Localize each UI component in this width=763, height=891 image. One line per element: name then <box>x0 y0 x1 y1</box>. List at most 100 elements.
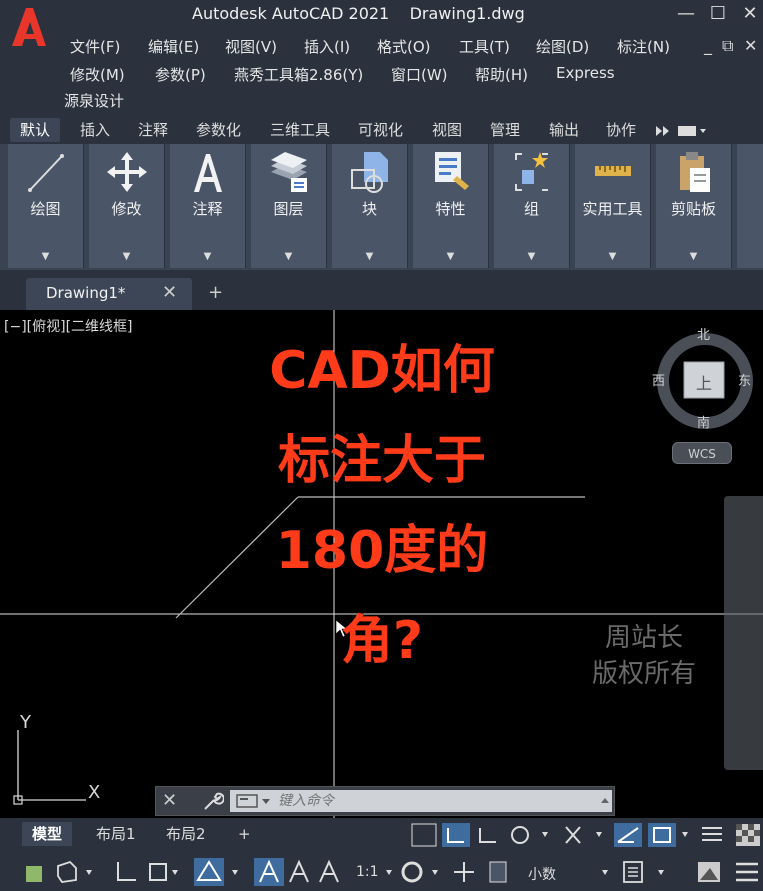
ribbon-button-block[interactable]: 块 ▼ <box>332 144 408 268</box>
menu-express[interactable]: Express <box>556 64 615 82</box>
viewcube-top-face[interactable]: 上 <box>696 370 712 394</box>
close-button[interactable]: ✕ <box>736 2 763 26</box>
wcs-button[interactable]: WCS <box>672 442 732 464</box>
chevron-down-icon: ▼ <box>284 251 293 262</box>
menu-view[interactable]: 视图(V) <box>225 36 277 57</box>
mdi-minimize-button[interactable]: _ <box>704 36 712 55</box>
drawing-canvas[interactable]: Y X [−][俯视][二维线框] CAD如何 标注大于 180度的 角? 周站… <box>0 310 763 818</box>
app-name: Autodesk AutoCAD 2021 <box>192 4 390 23</box>
ribbon-button-layers[interactable]: 图层 ▼ <box>251 144 327 268</box>
add-layout-button[interactable]: + <box>228 822 261 846</box>
viewcube-south[interactable]: 南 <box>697 412 710 431</box>
viewcube-north[interactable]: 北 <box>697 324 710 343</box>
watermark: 周站长 版权所有 <box>574 620 714 692</box>
maximize-button[interactable]: ☐ <box>704 2 732 26</box>
viewcube-west[interactable]: 西 <box>652 370 665 389</box>
ribbon-tab-collaborate[interactable]: 协作 <box>606 118 636 142</box>
ribbon-button-properties-label: 特性 <box>435 200 466 218</box>
menu-window[interactable]: 窗口(W) <box>391 64 448 85</box>
menu-draw[interactable]: 绘图(D) <box>536 36 589 57</box>
command-input[interactable] <box>230 790 612 812</box>
polar-icon <box>511 826 529 844</box>
caption-line-4: 角? <box>340 611 424 671</box>
menu-format[interactable]: 格式(O) <box>377 36 431 57</box>
lineweight-icon <box>702 827 722 841</box>
menu-yuanquan-design[interactable]: 源泉设计 <box>64 90 124 111</box>
menu-yanxiu-toolbox[interactable]: 燕秀工具箱2.86(Y) <box>234 64 363 85</box>
menu-edit[interactable]: 编辑(E) <box>148 36 199 57</box>
layout-tab-layout2[interactable]: 布局2 <box>156 822 216 846</box>
move-arrows-icon <box>107 152 147 192</box>
ribbon-button-utilities[interactable]: 实用工具 ▼ <box>575 144 651 268</box>
annotation-scale-value[interactable]: 1:1 <box>356 864 379 880</box>
status-toolbar-workspace <box>386 861 507 883</box>
ribbon-button-properties[interactable]: 特性 ▼ <box>413 144 489 268</box>
ucs-x-label: X <box>88 782 101 803</box>
chevron-down-icon: ▼ <box>365 251 374 262</box>
ribbon-button-draw[interactable]: 绘图 ▼ <box>8 144 84 268</box>
ribbon-tab-parametric[interactable]: 参数化 <box>196 118 241 142</box>
window-title: Autodesk AutoCAD 2021 Drawing1.dwg <box>192 4 525 23</box>
ribbon-tab-default[interactable]: 默认 <box>10 118 61 142</box>
menu-dimension[interactable]: 标注(N) <box>617 36 670 57</box>
viewcube-east[interactable]: 东 <box>738 370 751 389</box>
layout-tab-layout1[interactable]: 布局1 <box>86 822 146 846</box>
units-value[interactable]: 小数 <box>528 864 556 884</box>
menu-help[interactable]: 帮助(H) <box>475 64 528 85</box>
document-tab-label: Drawing1* <box>46 284 126 302</box>
layout-tab-model[interactable]: 模型 <box>22 822 73 846</box>
ribbon-tab-annotate[interactable]: 注释 <box>138 118 168 142</box>
watermark-line-1: 周站长 <box>604 623 683 653</box>
mdi-close-button[interactable]: ✕ <box>744 36 757 55</box>
annotate-plus-icon <box>454 862 474 882</box>
ribbon-button-group-label: 组 <box>523 200 539 218</box>
watermark-line-2: 版权所有 <box>591 659 696 689</box>
ribbon-tab-output[interactable]: 输出 <box>549 118 579 142</box>
ribbon-button-utilities-label: 实用工具 <box>582 200 643 218</box>
ribbon-panel-edge <box>737 144 763 268</box>
new-tab-button[interactable]: + <box>208 282 223 303</box>
title-bar: Autodesk AutoCAD 2021 Drawing1.dwg — ☐ ✕… <box>0 0 763 114</box>
group-icon <box>515 152 548 191</box>
ribbon-button-annotate[interactable]: 注释 ▼ <box>170 144 246 268</box>
ribbon-button-modify-label: 修改 <box>111 200 142 218</box>
ruler-icon <box>595 166 631 176</box>
ribbon-tab-visualize[interactable]: 可视化 <box>358 118 403 142</box>
file-name: Drawing1.dwg <box>409 4 525 23</box>
chevron-down-icon: ▼ <box>689 251 698 262</box>
ribbon-tab-manage[interactable]: 管理 <box>490 118 520 142</box>
wrench-icon[interactable] <box>202 790 224 812</box>
units-icon <box>489 861 507 883</box>
ribbon-button-clipboard[interactable]: 剪贴板 ▼ <box>656 144 732 268</box>
chevron-down-icon: ▼ <box>41 251 50 262</box>
caption-line-1: CAD如何 <box>269 341 495 401</box>
menu-parametric[interactable]: 参数(P) <box>155 64 206 85</box>
ribbon-tab-3d-tools[interactable]: 三维工具 <box>270 118 330 142</box>
document-tab[interactable]: Drawing1* ✕ <box>26 278 192 310</box>
viewport-controls[interactable]: [−][俯视][二维线框] <box>4 316 133 336</box>
chevron-down-icon: ▼ <box>446 251 455 262</box>
navigation-bar[interactable] <box>724 496 763 770</box>
mdi-restore-button[interactable]: ⧉ <box>722 36 733 56</box>
dynamic-input-icon <box>117 862 136 881</box>
autocad-logo-icon[interactable] <box>6 4 52 50</box>
menu-modify[interactable]: 修改(M) <box>70 64 125 85</box>
selection-cycling-icon <box>149 863 167 881</box>
ribbon-button-group[interactable]: 组 ▼ <box>494 144 570 268</box>
ribbon-overflow-icon[interactable] <box>654 122 710 140</box>
close-icon[interactable]: ✕ <box>162 282 177 303</box>
annotation-scale-icon <box>319 859 339 883</box>
ribbon-panel: 绘图 ▼ 修改 ▼ 注释 ▼ 图层 ▼ 块 ▼ 特性 ▼ 组 ▼ 实用工具 ▼ … <box>0 144 763 270</box>
ortho-icon <box>479 828 496 843</box>
ribbon-tab-view[interactable]: 视图 <box>432 118 462 142</box>
ribbon-button-modify[interactable]: 修改 ▼ <box>89 144 165 268</box>
ribbon-tab-insert[interactable]: 插入 <box>80 118 110 142</box>
menu-tools[interactable]: 工具(T) <box>459 36 510 57</box>
menu-insert[interactable]: 插入(I) <box>304 36 350 57</box>
osnap-icon <box>565 826 581 844</box>
minimize-button[interactable]: — <box>672 2 700 26</box>
menu-file[interactable]: 文件(F) <box>70 36 120 57</box>
chevron-up-icon[interactable] <box>600 796 610 804</box>
close-icon[interactable]: ✕ <box>162 790 177 811</box>
status-bar: 1:1 小数 <box>0 848 763 891</box>
